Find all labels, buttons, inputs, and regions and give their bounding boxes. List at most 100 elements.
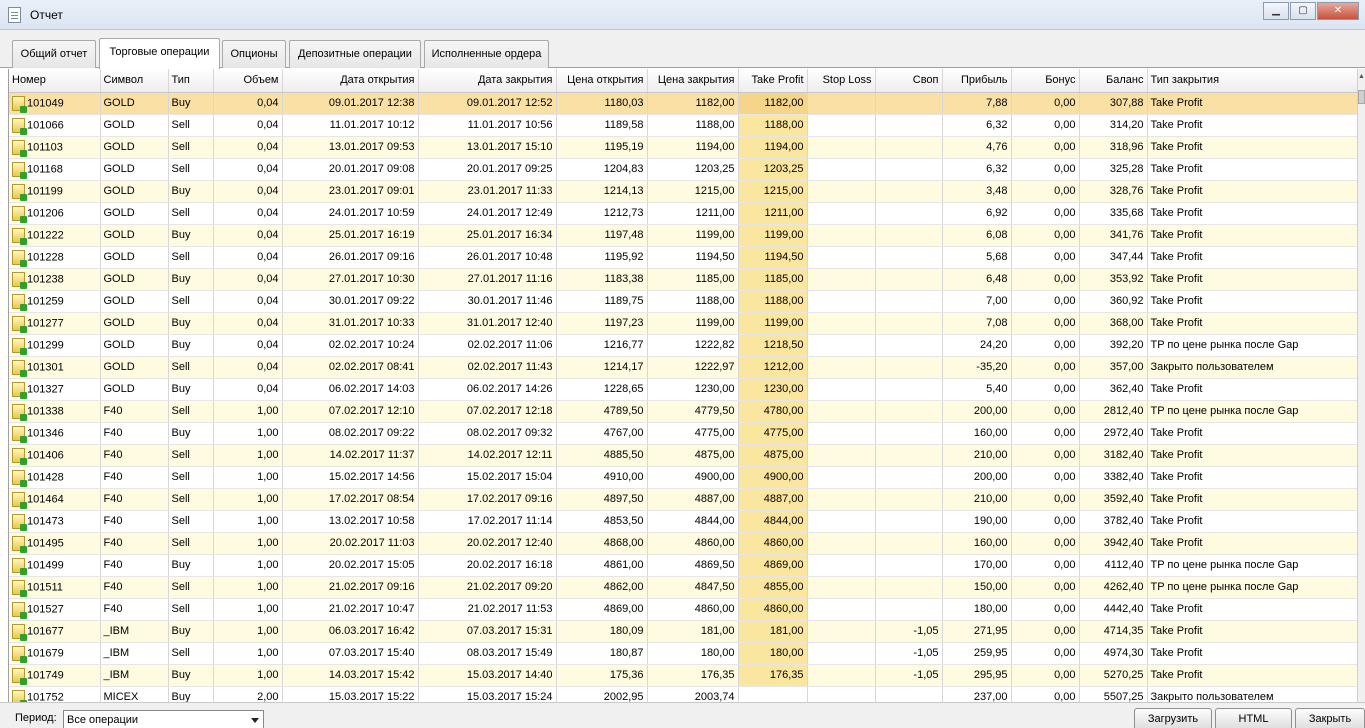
order-number: 101464 <box>27 492 64 505</box>
table-cell: 1,00 <box>213 510 283 533</box>
table-cell: 6,32 <box>942 114 1012 137</box>
column-header[interactable]: Цена открытия <box>556 69 648 93</box>
table-cell: 2003,74 <box>647 686 739 702</box>
vertical-scrollbar[interactable]: ▲ <box>1357 69 1365 702</box>
close-button[interactable]: Закрыть <box>1295 708 1365 728</box>
table-cell: GOLD <box>100 224 169 247</box>
column-header[interactable]: Тип закрытия <box>1147 69 1357 93</box>
column-header[interactable]: Бонус <box>1011 69 1080 93</box>
table-row[interactable]: 101499 F40 Buy 1,00 20.02.2017 15:05 20.02.20… <box>9 554 1357 577</box>
table-cell: 24.01.2017 12:49 <box>418 202 557 225</box>
tab-deposit-operations[interactable]: Депозитные операции <box>289 40 421 68</box>
table-cell: 0,04 <box>213 92 283 115</box>
tab-executed-orders[interactable]: Исполненные ордера <box>424 40 549 68</box>
table-cell: _IBM <box>100 664 169 687</box>
tab-trading-operations[interactable]: Торговые операции <box>99 38 220 69</box>
tab-general-report[interactable]: Общий отчет <box>12 40 96 68</box>
table-cell: 1180,03 <box>556 92 648 115</box>
column-header[interactable]: Баланс <box>1079 69 1148 93</box>
column-header[interactable]: Take Profit <box>738 69 808 93</box>
table-row[interactable]: 101066 GOLD Sell 0,04 11.01.2017 10:12 11.01.… <box>9 114 1357 137</box>
table-cell: 0,04 <box>213 180 283 203</box>
table-row[interactable]: 101464 F40 Sell 1,00 17.02.2017 08:54 17.02.2… <box>9 488 1357 511</box>
maximize-button[interactable]: ▢ <box>1290 2 1316 20</box>
column-header[interactable]: Тип <box>168 69 214 93</box>
table-row[interactable]: 101527 F40 Sell 1,00 21.02.2017 10:47 21.02.2… <box>9 598 1357 621</box>
table-row[interactable]: 101259 GOLD Sell 0,04 30.01.2017 09:22 30.01.… <box>9 290 1357 313</box>
table-cell: 02.02.2017 11:06 <box>418 334 557 357</box>
table-row[interactable]: 101327 GOLD Buy 0,04 06.02.2017 14:03 06.02.2… <box>9 378 1357 401</box>
table-cell: 5,68 <box>942 246 1012 269</box>
table-row[interactable]: 101277 GOLD Buy 0,04 31.01.2017 10:33 31.01.2… <box>9 312 1357 335</box>
table-row[interactable]: 101511 F40 Sell 1,00 21.02.2017 09:16 21.02.2… <box>9 576 1357 599</box>
table-row[interactable]: 101677 _IBM Buy 1,00 06.03.2017 16:42 07.03.2… <box>9 620 1357 643</box>
table-cell: -1,05 <box>875 664 943 687</box>
minimize-button[interactable]: ▁ <box>1263 2 1289 20</box>
table-cell: 1,00 <box>213 532 283 555</box>
scrollbar-thumb[interactable] <box>1358 90 1365 104</box>
table-cell: 1,00 <box>213 444 283 467</box>
order-number: 101301 <box>27 360 64 373</box>
column-header[interactable]: Своп <box>875 69 943 93</box>
table-cell: 101499 <box>9 554 101 577</box>
table-row[interactable]: 101428 F40 Sell 1,00 15.02.2017 14:56 15.02.2… <box>9 466 1357 489</box>
table-cell: 101752 <box>9 686 101 702</box>
load-button[interactable]: Загрузить <box>1134 708 1212 728</box>
period-select[interactable]: Все операции <box>63 710 264 728</box>
table-cell: 15.03.2017 14:40 <box>418 664 557 687</box>
table-row[interactable]: 101338 F40 Sell 1,00 07.02.2017 12:10 07.02.2… <box>9 400 1357 423</box>
table-cell: 1230,00 <box>647 378 739 401</box>
scroll-up-arrow-icon[interactable]: ▲ <box>1358 73 1365 80</box>
column-header[interactable]: Дата открытия <box>282 69 419 93</box>
table-row[interactable]: 101406 F40 Sell 1,00 14.02.2017 11:37 14.02.2… <box>9 444 1357 467</box>
table-cell: 101327 <box>9 378 101 401</box>
close-window-button[interactable]: ✕ <box>1317 2 1359 20</box>
html-button[interactable]: HTML <box>1215 708 1292 728</box>
column-header[interactable]: Stop Loss <box>807 69 876 93</box>
table-row[interactable]: 101473 F40 Sell 1,00 13.02.2017 10:58 17.02.2… <box>9 510 1357 533</box>
table-cell: 14.03.2017 15:42 <box>282 664 419 687</box>
table-cell: 07.03.2017 15:40 <box>282 642 419 665</box>
order-number: 101406 <box>27 448 64 461</box>
table-row[interactable]: 101103 GOLD Sell 0,04 13.01.2017 09:53 13.01.… <box>9 136 1357 159</box>
table-cell: 180,00 <box>647 642 739 665</box>
column-header[interactable]: Объем <box>213 69 283 93</box>
table-row[interactable]: 101679 _IBM Sell 1,00 07.03.2017 15:40 08.03.… <box>9 642 1357 665</box>
column-header[interactable]: Цена закрытия <box>647 69 739 93</box>
table-cell: GOLD <box>100 202 169 225</box>
table-row[interactable]: 101222 GOLD Buy 0,04 25.01.2017 16:19 25.01.2… <box>9 224 1357 247</box>
table-cell: 101206 <box>9 202 101 225</box>
order-number: 101049 <box>27 96 64 109</box>
table-row[interactable]: 101495 F40 Sell 1,00 20.02.2017 11:03 20.02.2… <box>9 532 1357 555</box>
table-cell: 1188,00 <box>647 290 739 313</box>
table-cell: 4860,00 <box>738 598 808 621</box>
table-row[interactable]: 101049 GOLD Buy 0,04 09.01.2017 12:38 09.01.2… <box>9 92 1357 115</box>
table-row[interactable]: 101346 F40 Buy 1,00 08.02.2017 09:22 08.02.20… <box>9 422 1357 445</box>
table-cell: 1188,00 <box>738 114 808 137</box>
table-cell <box>807 510 876 533</box>
table-cell <box>875 466 943 489</box>
table-cell: 23.01.2017 09:01 <box>282 180 419 203</box>
table-row[interactable]: 101299 GOLD Buy 0,04 02.02.2017 10:24 02.02.2… <box>9 334 1357 357</box>
column-header[interactable]: Дата закрытия <box>418 69 557 93</box>
table-cell: Buy <box>168 180 214 203</box>
table-cell: MICEX <box>100 686 169 702</box>
table-cell: 176,35 <box>738 664 808 687</box>
operations-grid[interactable]: Номер Символ Тип Объем Дата открытия Дата зак… <box>8 69 1357 702</box>
table-row[interactable]: 101206 GOLD Sell 0,04 24.01.2017 10:59 24.01.… <box>9 202 1357 225</box>
table-cell <box>807 356 876 379</box>
table-row[interactable]: 101749 _IBM Buy 1,00 14.03.2017 15:42 15.03.2… <box>9 664 1357 687</box>
table-row[interactable]: 101301 GOLD Sell 0,04 02.02.2017 08:41 02.02.… <box>9 356 1357 379</box>
column-header[interactable]: Прибыль <box>942 69 1012 93</box>
table-row[interactable]: 101752 MICEX Buy 2,00 15.03.2017 15:22 15.03.… <box>9 686 1357 702</box>
document-icon <box>8 7 21 23</box>
table-row[interactable]: 101238 GOLD Buy 0,04 27.01.2017 10:30 27.01.2… <box>9 268 1357 291</box>
table-row[interactable]: 101168 GOLD Sell 0,04 20.01.2017 09:08 20.01.… <box>9 158 1357 181</box>
column-header[interactable]: Символ <box>100 69 169 93</box>
order-number: 101277 <box>27 316 64 329</box>
column-header[interactable]: Номер <box>9 69 101 93</box>
table-row[interactable]: 101199 GOLD Buy 0,04 23.01.2017 09:01 23.01.2… <box>9 180 1357 203</box>
table-row[interactable]: 101228 GOLD Sell 0,04 26.01.2017 09:16 26.01.… <box>9 246 1357 269</box>
tab-options[interactable]: Опционы <box>222 40 286 68</box>
table-cell: 0,00 <box>1011 642 1080 665</box>
